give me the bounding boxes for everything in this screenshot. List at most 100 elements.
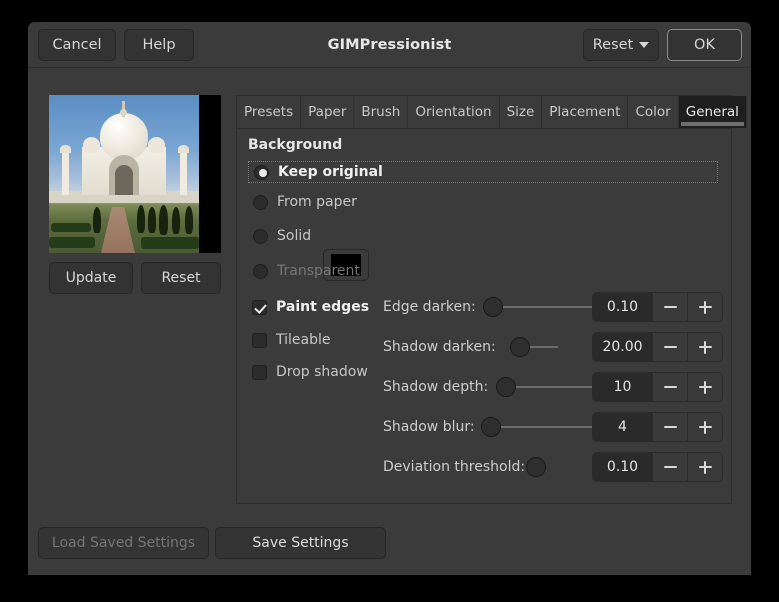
radio-icon (253, 228, 268, 244)
slider-row-shadow-depth: Shadow depth: 10 (383, 372, 723, 402)
checkbox-tileable[interactable]: Tileable (252, 329, 330, 351)
checkbox-icon (252, 332, 267, 348)
slider-thumb[interactable] (526, 457, 546, 477)
slider-label: Shadow darken: (383, 339, 496, 355)
edge-darken-decrement[interactable] (652, 293, 687, 321)
preview-small-dome-left (83, 137, 100, 153)
shadow-depth-spinbutton[interactable]: 10 (592, 372, 723, 402)
dialog-header-bar: GIMPressionist Cancel Help Reset OK (28, 22, 751, 68)
reset-dropdown-button[interactable]: Reset (583, 29, 659, 61)
slider-label: Shadow blur: (383, 419, 475, 435)
radio-icon (254, 164, 269, 180)
preview-cypress (93, 207, 101, 233)
deviation-threshold-decrement[interactable] (652, 453, 687, 481)
minus-icon (663, 425, 677, 429)
preview-cypress (148, 207, 156, 233)
shadow-blur-value[interactable]: 4 (593, 413, 652, 441)
radio-keep-original[interactable]: Keep original (248, 161, 718, 183)
preview-image (49, 95, 199, 253)
checkbox-paint-edges[interactable]: Paint edges (252, 296, 369, 318)
slider-row-shadow-darken: Shadow darken: 20.00 (383, 332, 723, 362)
help-button[interactable]: Help (124, 29, 194, 61)
shadow-darken-decrement[interactable] (652, 333, 687, 361)
plus-icon (698, 380, 712, 394)
save-settings-button[interactable]: Save Settings (215, 527, 386, 559)
preview-cypress (159, 205, 168, 235)
slider-row-deviation-threshold: Deviation threshold: 0.10 (383, 452, 723, 482)
tab-brush[interactable]: Brush (354, 96, 409, 128)
shadow-depth-value[interactable]: 10 (593, 373, 652, 401)
deviation-threshold-increment[interactable] (687, 453, 722, 481)
radio-solid[interactable]: Solid (253, 225, 311, 247)
reset-preview-label: Reset (161, 270, 201, 286)
chevron-down-icon (639, 42, 650, 48)
slider-thumb[interactable] (510, 337, 530, 357)
shadow-darken-increment[interactable] (687, 333, 722, 361)
deviation-threshold-slider[interactable] (526, 457, 548, 477)
save-button-label: Save Settings (252, 535, 349, 551)
preview-arch-inner (115, 165, 133, 195)
slider-label: Edge darken: (383, 299, 476, 315)
radio-icon (253, 263, 268, 279)
slider-row-shadow-blur: Shadow blur: 4 (383, 412, 723, 442)
tab-label: Brush (361, 104, 401, 120)
tab-placement[interactable]: Placement (542, 96, 629, 128)
shadow-darken-value[interactable]: 20.00 (593, 333, 652, 361)
edge-darken-increment[interactable] (687, 293, 722, 321)
preview-small-dome-right (148, 137, 165, 153)
radio-transparent: Transparent (253, 260, 360, 282)
checkbox-label: Drop shadow (276, 364, 368, 380)
tab-size[interactable]: Size (500, 96, 543, 128)
slider-thumb[interactable] (481, 417, 501, 437)
preview-main-dome (100, 113, 148, 159)
edge-darken-slider[interactable] (483, 297, 605, 317)
preview-hedge (49, 237, 95, 248)
ok-button[interactable]: OK (667, 29, 742, 61)
plus-icon (698, 340, 712, 354)
preview-minaret-cap-left (60, 145, 71, 153)
minus-icon (663, 465, 677, 469)
tab-label: Presets (244, 104, 294, 120)
shadow-depth-decrement[interactable] (652, 373, 687, 401)
slider-thumb[interactable] (483, 297, 503, 317)
settings-notebook: Presets Paper Brush Orientation Size Pla… (236, 95, 747, 504)
tab-general[interactable]: General (678, 96, 747, 128)
deviation-threshold-value[interactable]: 0.10 (593, 453, 652, 481)
slider-row-edge-darken: Edge darken: 0.10 (383, 292, 723, 322)
plus-icon (698, 420, 712, 434)
edge-darken-spinbutton[interactable]: 0.10 (592, 292, 723, 322)
radio-icon (253, 194, 268, 210)
checkbox-drop-shadow[interactable]: Drop shadow (252, 361, 368, 383)
reset-button-label: Reset (592, 37, 634, 53)
shadow-blur-increment[interactable] (687, 413, 722, 441)
edge-darken-value[interactable]: 0.10 (593, 293, 652, 321)
tab-label: Orientation (415, 104, 492, 120)
preview-hedge (141, 237, 199, 249)
shadow-darken-slider[interactable] (510, 337, 568, 357)
shadow-darken-spinbutton[interactable]: 20.00 (592, 332, 723, 362)
tab-color[interactable]: Color (628, 96, 679, 128)
tab-orientation[interactable]: Orientation (408, 96, 500, 128)
tab-label: Placement (549, 104, 621, 120)
ok-button-label: OK (694, 37, 715, 53)
radio-label: Keep original (278, 164, 383, 180)
preview-cypress (137, 205, 145, 233)
update-preview-button[interactable]: Update (49, 262, 133, 294)
tab-label: Color (635, 104, 671, 120)
shadow-blur-decrement[interactable] (652, 413, 687, 441)
preview-area[interactable] (49, 95, 221, 253)
update-button-label: Update (65, 270, 117, 286)
tab-presets[interactable]: Presets (237, 96, 302, 128)
shadow-depth-increment[interactable] (687, 373, 722, 401)
tab-label: Size (506, 104, 535, 120)
shadow-blur-spinbutton[interactable]: 4 (592, 412, 723, 442)
slider-track (493, 306, 595, 308)
radio-label: Transparent (277, 263, 360, 279)
cancel-button[interactable]: Cancel (38, 29, 116, 61)
radio-from-paper[interactable]: From paper (253, 191, 357, 213)
reset-preview-button[interactable]: Reset (141, 262, 221, 294)
preview-minaret-right (180, 151, 187, 195)
tab-paper[interactable]: Paper (301, 96, 355, 128)
deviation-threshold-spinbutton[interactable]: 0.10 (592, 452, 723, 482)
slider-thumb[interactable] (496, 377, 516, 397)
